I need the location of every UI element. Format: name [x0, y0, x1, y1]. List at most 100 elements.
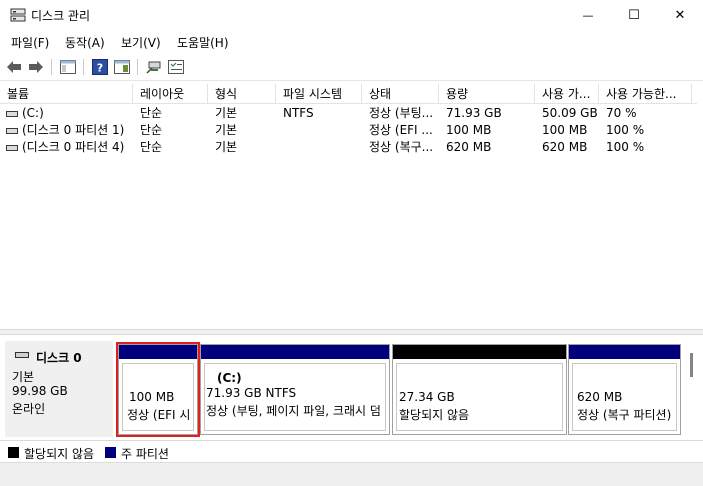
- cell-type: 기본: [215, 123, 238, 137]
- toolbar-separator: [137, 59, 138, 75]
- cell-capacity: 100 MB: [446, 123, 492, 137]
- volume-list: 볼륨 레이아웃 형식 파일 시스템 상태 용량 사용 가... 사용 가능한..…: [0, 84, 697, 324]
- back-arrow-icon: [7, 61, 21, 73]
- table-row[interactable]: (C:) 단순 기본 NTFS 정상 (부팅... 71.93 GB 50.09…: [0, 105, 697, 122]
- disk-size: 99.98 GB: [12, 384, 68, 398]
- svg-text:?: ?: [97, 62, 103, 75]
- connect-button[interactable]: [145, 58, 163, 76]
- console-tree-button[interactable]: [59, 58, 77, 76]
- cell-free-percent: 100 %: [606, 123, 645, 137]
- cell-volume: (디스크 0 파티션 4): [22, 140, 125, 154]
- partition-size: 620 MB: [577, 390, 623, 404]
- properties-button[interactable]: [167, 58, 185, 76]
- console-tree-icon: [60, 60, 76, 74]
- cell-type: 기본: [215, 106, 238, 120]
- connect-icon: [146, 61, 161, 74]
- disk-management-icon: [10, 8, 26, 22]
- volume-icon: [6, 111, 18, 117]
- partition-body: 620 MB 정상 (복구 파티션): [572, 363, 677, 431]
- menu-file[interactable]: 파일(F): [11, 34, 49, 51]
- cell-volume: (C:): [22, 106, 44, 120]
- cell-layout: 단순: [140, 106, 163, 120]
- toolbar: ?: [0, 54, 703, 81]
- status-bar: [0, 462, 703, 486]
- partition-bar: [201, 345, 389, 359]
- forward-arrow-icon: [29, 61, 43, 73]
- column-header-layout[interactable]: 레이아웃: [133, 84, 208, 104]
- maximize-icon: ☐: [628, 8, 640, 23]
- disk-type: 기본: [12, 370, 35, 384]
- legend-unallocated: 할당되지 않음: [24, 447, 95, 461]
- cell-volume: (디스크 0 파티션 1): [22, 123, 125, 137]
- partition-body: 27.34 GB 할당되지 않음: [396, 363, 563, 431]
- column-header-type[interactable]: 형식: [208, 84, 276, 104]
- toolbar-separator: [83, 59, 84, 75]
- cell-capacity: 620 MB: [446, 140, 492, 154]
- cell-type: 기본: [215, 140, 238, 154]
- table-row[interactable]: (디스크 0 파티션 1) 단순 기본 정상 (EFI ... 100 MB 1…: [0, 122, 697, 139]
- cell-status: 정상 (복구...: [369, 140, 434, 154]
- show-pane-icon: [114, 60, 130, 74]
- column-header-volume[interactable]: 볼륨: [0, 84, 133, 104]
- disk-name: 디스크 0: [36, 351, 82, 365]
- partition-bar: [393, 345, 566, 359]
- partition-recovery[interactable]: 620 MB 정상 (복구 파티션): [568, 344, 681, 435]
- partition-c[interactable]: (C:) 71.93 GB NTFS 정상 (부팅, 페이지 파일, 크래시 덤: [200, 344, 390, 435]
- primary-partition-swatch: [105, 447, 116, 458]
- minimize-button[interactable]: —: [565, 0, 611, 31]
- partition-label: (C:): [217, 371, 242, 385]
- cell-free-space: 50.09 GB: [542, 106, 598, 120]
- vertical-scrollbar[interactable]: [686, 344, 698, 435]
- partition-bar: [569, 345, 680, 359]
- back-button[interactable]: [5, 58, 23, 76]
- unallocated-swatch: [8, 447, 19, 458]
- properties-icon: [168, 60, 184, 74]
- column-header-filesystem[interactable]: 파일 시스템: [276, 84, 362, 104]
- toolbar-separator: [51, 59, 52, 75]
- partition-status: 정상 (복구 파티션): [577, 408, 672, 422]
- column-header-free-space[interactable]: 사용 가...: [535, 84, 599, 104]
- cell-filesystem: [283, 122, 361, 139]
- partition-size: 27.34 GB: [399, 390, 455, 404]
- cell-capacity: 71.93 GB: [446, 106, 502, 120]
- selection-outline: [116, 342, 200, 437]
- window-title: 디스크 관리: [31, 9, 91, 23]
- volume-icon: [6, 145, 18, 151]
- column-header-capacity[interactable]: 용량: [439, 84, 535, 104]
- cell-free-space: 100 MB: [542, 123, 588, 137]
- disk-state: 온라인: [12, 402, 46, 416]
- title-bar: 디스크 관리 — ☐ ✕: [0, 0, 703, 31]
- maximize-button[interactable]: ☐: [611, 0, 657, 31]
- disk-graph-pane: 디스크 0 기본 99.98 GB 온라인 100 MB 정상 (EFI 시 (…: [0, 336, 703, 440]
- show-pane-button[interactable]: [113, 58, 131, 76]
- column-header-status[interactable]: 상태: [362, 84, 439, 104]
- menu-help[interactable]: 도움말(H): [177, 34, 229, 51]
- cell-layout: 단순: [140, 123, 163, 137]
- cell-free-percent: 70 %: [606, 106, 637, 120]
- list-header: 볼륨 레이아웃 형식 파일 시스템 상태 용량 사용 가... 사용 가능한..…: [0, 84, 697, 104]
- scrollbar-thumb[interactable]: [690, 353, 693, 377]
- partition-unallocated[interactable]: 27.34 GB 할당되지 않음: [392, 344, 567, 435]
- cell-free-space: 620 MB: [542, 140, 588, 154]
- legend-bar: 할당되지 않음 주 파티션: [0, 440, 703, 462]
- cell-filesystem: [283, 139, 361, 156]
- menu-action[interactable]: 동작(A): [65, 34, 105, 51]
- column-header-free-percent[interactable]: 사용 가능한...: [599, 84, 692, 104]
- partition-body: (C:) 71.93 GB NTFS 정상 (부팅, 페이지 파일, 크래시 덤: [204, 363, 386, 431]
- partition-status: 정상 (부팅, 페이지 파일, 크래시 덤: [206, 404, 381, 418]
- close-icon: ✕: [674, 8, 686, 23]
- partition-status: 할당되지 않음: [399, 408, 470, 422]
- table-row[interactable]: (디스크 0 파티션 4) 단순 기본 정상 (복구... 620 MB 620…: [0, 139, 697, 156]
- volume-icon: [6, 128, 18, 134]
- menu-view[interactable]: 보기(V): [121, 34, 161, 51]
- help-button[interactable]: ?: [91, 58, 109, 76]
- forward-button[interactable]: [27, 58, 45, 76]
- menu-bar: 파일(F) 동작(A) 보기(V) 도움말(H): [0, 31, 703, 53]
- disk-info-panel[interactable]: 디스크 0 기본 99.98 GB 온라인: [5, 341, 113, 437]
- cell-filesystem: NTFS: [283, 106, 314, 120]
- pane-splitter[interactable]: [0, 329, 703, 335]
- partition-size: 71.93 GB NTFS: [206, 386, 297, 400]
- cell-status: 정상 (부팅...: [369, 106, 434, 120]
- legend-primary-partition: 주 파티션: [121, 447, 169, 461]
- close-button[interactable]: ✕: [657, 0, 703, 31]
